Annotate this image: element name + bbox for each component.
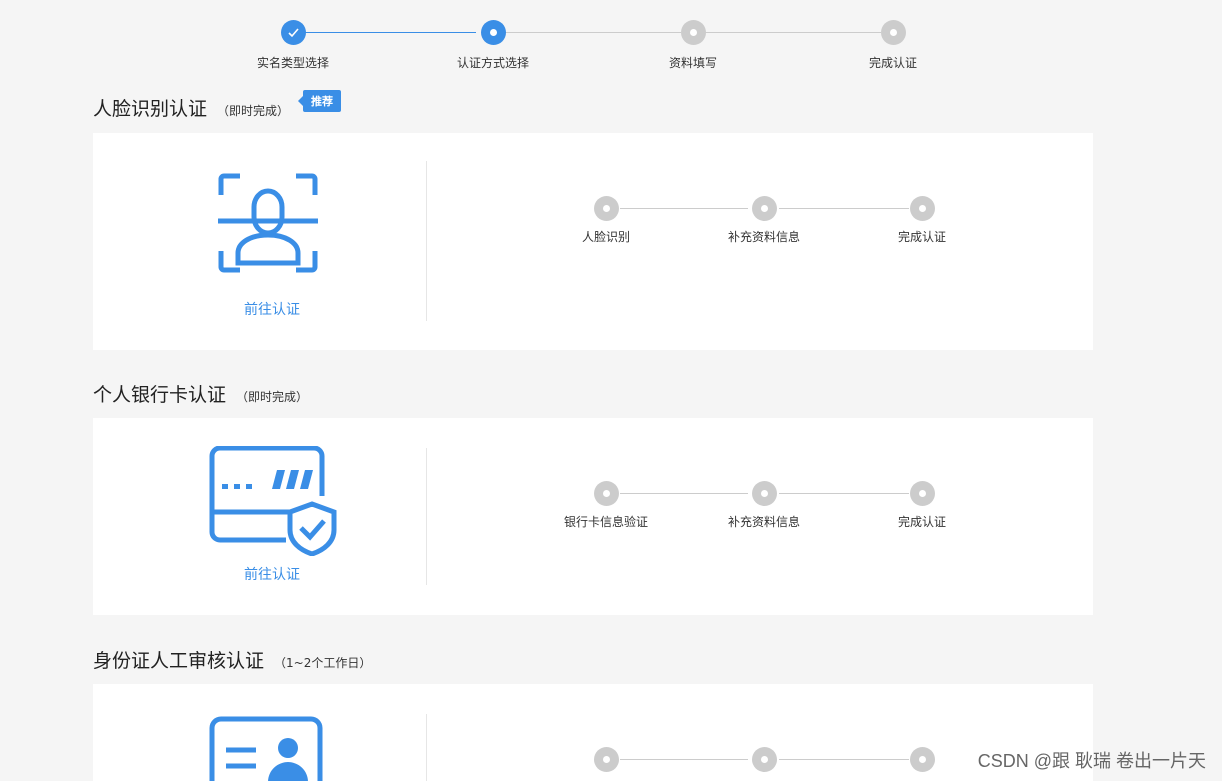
step-connector — [305, 32, 476, 33]
step-dot — [910, 196, 935, 221]
go-verify-link[interactable]: 前往认证 — [93, 299, 451, 319]
step-connector — [620, 759, 748, 760]
step-connector — [779, 759, 909, 760]
step-connector — [779, 493, 909, 494]
face-flow-steps: 人脸识别 补充资料信息 完成认证 — [93, 195, 1093, 244]
auth-card-bank: 前往认证 银行卡信息验证 补充资料信息 完成认证 — [93, 418, 1093, 615]
step-connector — [505, 32, 681, 33]
section-subtitle: （即时完成） — [236, 390, 309, 404]
auth-card-face: 前往认证 人脸识别 补充资料信息 完成认证 — [93, 133, 1093, 350]
section-title-face: 人脸识别认证 （即时完成） — [93, 94, 289, 121]
step-label: 补充资料信息 — [727, 230, 800, 244]
step-label: 实名类型选择 — [256, 56, 329, 70]
step-label: 补充资料信息 — [727, 515, 800, 529]
step-label: 完成认证 — [897, 230, 946, 244]
step-pending-dot — [881, 20, 906, 45]
step-dot — [594, 196, 619, 221]
step-connector — [779, 208, 909, 209]
step-dot — [752, 747, 777, 772]
csdn-watermark: CSDN @跟 耿瑞 卷出一片天 — [977, 751, 1206, 771]
go-verify-link[interactable]: 前往认证 — [93, 564, 451, 584]
step-label: 人脸识别 — [581, 230, 630, 244]
bank-flow-steps: 银行卡信息验证 补充资料信息 完成认证 — [93, 480, 1093, 529]
step-pending-dot — [681, 20, 706, 45]
idcard-flow-steps — [93, 746, 1093, 781]
section-title-text: 人脸识别认证 — [93, 99, 208, 120]
recommend-badge: 推荐 — [298, 90, 341, 112]
section-title-idcard: 身份证人工审核认证 （1~2个工作日） — [93, 646, 371, 673]
step-connector — [620, 208, 748, 209]
card-divider — [426, 161, 427, 321]
step-dot — [910, 481, 935, 506]
step-connector — [705, 32, 881, 33]
step-label: 认证方式选择 — [456, 56, 529, 70]
step-dot — [752, 196, 777, 221]
step-dot — [752, 481, 777, 506]
step-label: 银行卡信息验证 — [563, 515, 648, 529]
section-title-text: 身份证人工审核认证 — [93, 651, 265, 672]
section-subtitle: （即时完成） — [217, 104, 290, 118]
step-dot — [594, 481, 619, 506]
section-title-text: 个人银行卡认证 — [93, 385, 227, 406]
step-connector — [620, 493, 748, 494]
section-title-bank: 个人银行卡认证 （即时完成） — [93, 380, 308, 407]
step-label: 资料填写 — [668, 56, 717, 70]
step-dot — [910, 747, 935, 772]
step-done-check-icon — [281, 20, 306, 45]
step-dot — [594, 747, 619, 772]
step-active-dot — [481, 20, 506, 45]
top-stepper: 实名类型选择 认证方式选择 资料填写 完成认证 — [0, 10, 1222, 70]
section-subtitle: （1~2个工作日） — [274, 656, 372, 670]
step-label: 完成认证 — [868, 56, 917, 70]
auth-card-idcard — [93, 684, 1093, 781]
step-label: 完成认证 — [897, 515, 946, 529]
